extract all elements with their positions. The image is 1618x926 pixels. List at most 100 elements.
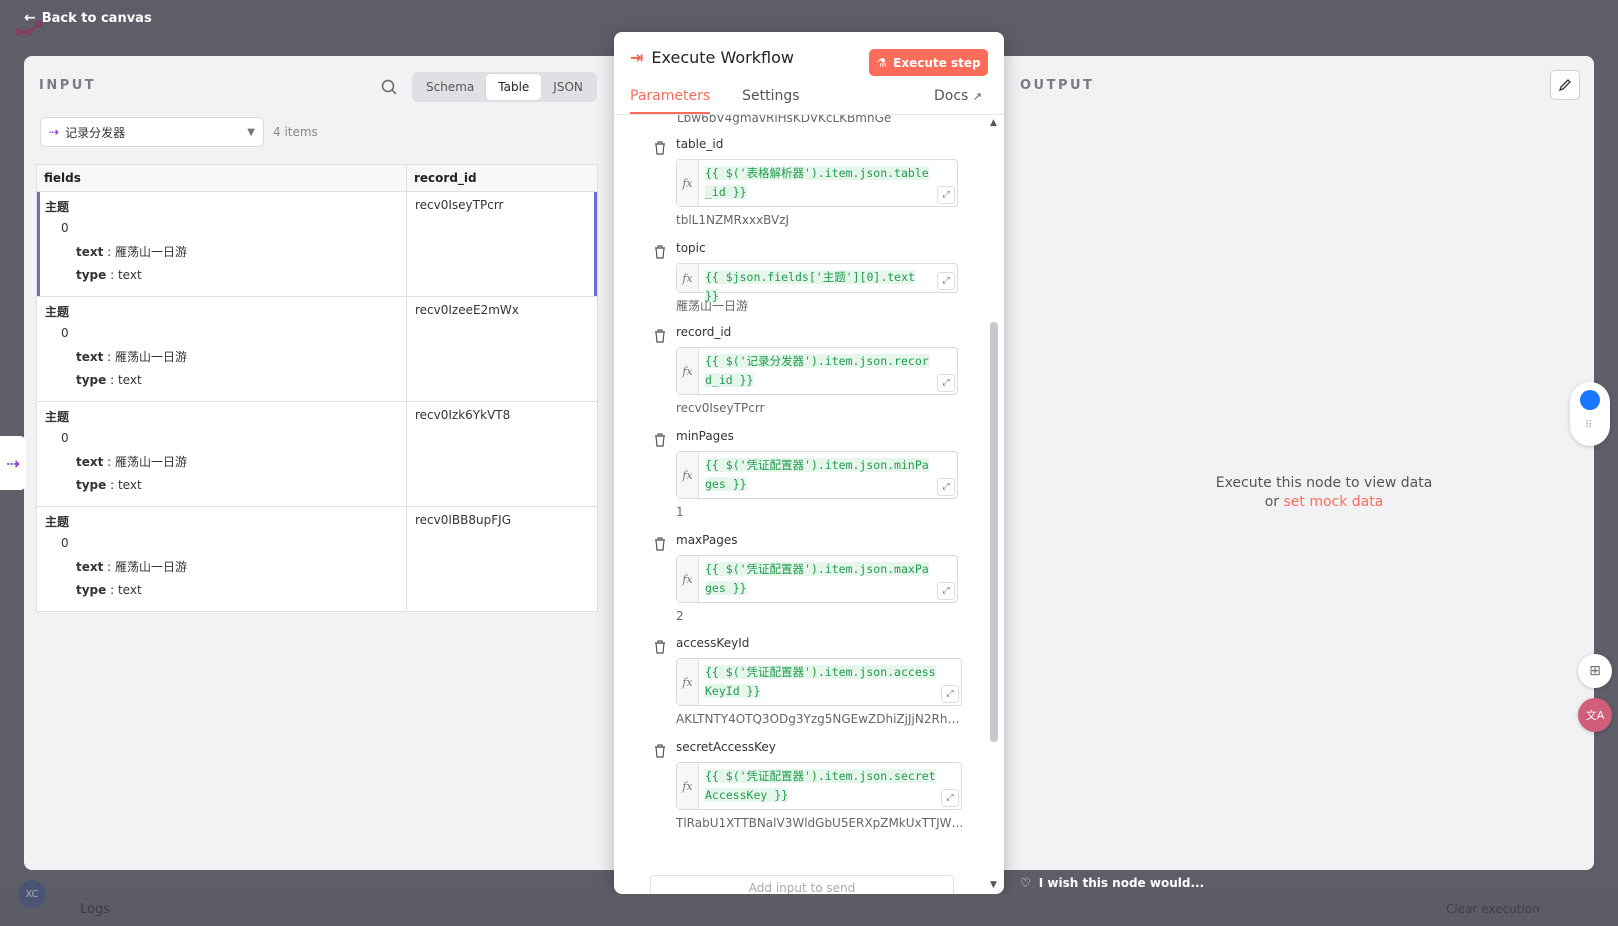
tab-json[interactable]: JSON	[541, 74, 595, 100]
items-count: 4 items	[273, 125, 318, 139]
expression-field[interactable]: fx {{ $('凭证配置器').item.json.maxPages }} ⤢	[676, 555, 958, 603]
table-row[interactable]: 主题 0 text : 雁荡山一日游 type : text recv0Izee…	[36, 296, 598, 402]
field-text-value: 雁荡山一日游	[115, 560, 188, 574]
drag-handle-icon[interactable]: ⠿	[1585, 420, 1592, 431]
tab-parameters[interactable]: Parameters	[630, 88, 711, 114]
table-row[interactable]: 主题 0 text : 雁荡山一日游 type : text recv0Izk6…	[36, 401, 598, 507]
expand-icon[interactable]: ⤢	[937, 478, 955, 496]
clear-execution-button[interactable]: Clear execution	[1446, 902, 1540, 916]
fx-icon: fx	[677, 452, 699, 498]
docs-label: Docs	[934, 88, 969, 104]
fx-icon: fx	[677, 659, 699, 705]
apps-icon[interactable]: ⊞	[1578, 654, 1612, 688]
field-type-label: type	[76, 373, 107, 387]
docs-link[interactable]: Docs ↗	[934, 88, 982, 104]
field-index: 0	[61, 536, 69, 550]
field-type: type : text	[76, 268, 142, 282]
arrow-left-icon: ←	[24, 10, 36, 26]
field-index: 0	[61, 431, 69, 445]
expand-icon[interactable]: ⤢	[937, 272, 955, 290]
expression-field[interactable]: fx {{ $json.fields['主题'][0].text }} ⤢	[676, 263, 958, 303]
field-type: type : text	[76, 583, 142, 597]
column-header-fields[interactable]: fields	[36, 164, 407, 192]
field-text-label: text	[76, 245, 104, 259]
tab-schema[interactable]: Schema	[414, 74, 486, 100]
chat-widget[interactable]: ⠿	[1570, 382, 1610, 446]
wish-label: I wish this node would...	[1038, 876, 1205, 890]
scroll-up-icon[interactable]: ▲	[990, 118, 997, 128]
field-key: 主题	[45, 305, 70, 319]
translate-icon[interactable]: 文A	[1578, 698, 1612, 732]
column-header-record-id[interactable]: record_id	[406, 164, 598, 192]
trash-icon[interactable]	[654, 640, 666, 654]
execute-step-label: Execute step	[893, 55, 981, 70]
output-message-or: or	[1264, 494, 1280, 510]
field-type-label: type	[76, 583, 107, 597]
field-index: 0	[61, 326, 69, 340]
trash-icon[interactable]	[654, 433, 666, 447]
back-to-canvas-button[interactable]: ← Back to canvas	[24, 10, 152, 26]
expression-field[interactable]: fx {{ $('凭证配置器').item.json.minPages }} ⤢	[676, 451, 958, 499]
input-node-select[interactable]: ⇢ 记录分发器 ▼	[40, 117, 264, 147]
node-icon: ⇢	[6, 453, 20, 473]
set-mock-data-link[interactable]: set mock data	[1283, 494, 1383, 510]
input-view-tabs: Schema Table JSON	[412, 72, 597, 102]
fx-icon: fx	[677, 160, 699, 206]
trash-icon[interactable]	[654, 141, 666, 155]
fx-icon: fx	[677, 348, 699, 394]
expand-icon[interactable]: ⤢	[937, 582, 955, 600]
trash-icon[interactable]	[654, 245, 666, 259]
expression-field[interactable]: fx {{ $('凭证配置器').item.json.secretAccessK…	[676, 762, 962, 810]
expand-icon[interactable]: ⤢	[941, 789, 959, 807]
record-id-cell: recv0IseyTPcrr	[406, 191, 598, 297]
search-icon[interactable]	[380, 78, 398, 96]
table-row[interactable]: 主题 0 text : 雁荡山一日游 type : text recv0Isey…	[36, 191, 598, 297]
expand-icon[interactable]: ⤢	[937, 186, 955, 204]
fields-cell: 主题 0 text : 雁荡山一日游 type : text	[36, 506, 407, 612]
parameters-list: Lbw6bV4gmavRiHsKDVKcLKBmnGe table_id fx …	[614, 115, 986, 894]
expression-text: {{ $('凭证配置器').item.json.minPages }}	[705, 458, 929, 491]
execute-step-button[interactable]: ⚗ Execute step	[869, 49, 988, 76]
node-title[interactable]: Execute Workflow	[651, 48, 794, 67]
feedback-wish-link[interactable]: ♡ I wish this node would...	[1020, 876, 1204, 890]
param-label: maxPages	[676, 533, 738, 547]
expand-icon[interactable]: ⤢	[941, 685, 959, 703]
back-label: Back to canvas	[41, 10, 152, 26]
table-row[interactable]: 主题 0 text : 雁荡山一日游 type : text recv0IBB8…	[36, 506, 598, 612]
logs-label[interactable]: Logs	[80, 902, 110, 917]
field-type: type : text	[76, 478, 142, 492]
expression-text: {{ $('表格解析器').item.json.table_id }}	[705, 166, 929, 199]
field-index: 0	[61, 221, 69, 235]
param-result: 2	[676, 609, 684, 623]
trash-icon[interactable]	[654, 329, 666, 343]
avatar[interactable]: XC	[18, 880, 46, 908]
expand-icon[interactable]: ⤢	[937, 374, 955, 392]
scroll-down-icon[interactable]: ▼	[990, 880, 997, 890]
trash-icon[interactable]	[654, 537, 666, 551]
scrollbar-thumb[interactable]	[990, 322, 998, 742]
field-key: 主题	[45, 410, 70, 424]
fx-icon: fx	[677, 264, 699, 292]
chat-icon	[1580, 390, 1600, 410]
field-type-value: text	[117, 373, 142, 387]
tab-settings[interactable]: Settings	[742, 88, 799, 114]
left-panel-toggle[interactable]: ⇢	[0, 436, 26, 490]
expression-field[interactable]: fx {{ $('凭证配置器').item.json.accessKeyId }…	[676, 658, 962, 706]
trash-icon[interactable]	[654, 744, 666, 758]
fields-cell: 主题 0 text : 雁荡山一日游 type : text	[36, 191, 407, 297]
field-type-value: text	[117, 478, 142, 492]
fx-icon: fx	[677, 763, 699, 809]
record-id-cell: recv0IzeeE2mWx	[406, 296, 598, 402]
chevron-down-icon: ▼	[247, 126, 255, 138]
field-type-label: type	[76, 478, 107, 492]
edit-output-button[interactable]	[1550, 70, 1580, 100]
fields-cell: 主题 0 text : 雁荡山一日游 type : text	[36, 296, 407, 402]
param-result: recv0IseyTPcrr	[676, 401, 765, 415]
expression-field[interactable]: fx {{ $('记录分发器').item.json.record_id }} …	[676, 347, 958, 395]
expression-field[interactable]: fx {{ $('表格解析器').item.json.table_id }} ⤢	[676, 159, 958, 207]
external-link-icon: ↗	[972, 90, 983, 103]
tab-table[interactable]: Table	[486, 74, 542, 100]
add-input-select[interactable]: Add input to send	[650, 875, 954, 894]
field-text-label: text	[76, 560, 104, 574]
param-label: table_id	[676, 137, 724, 151]
